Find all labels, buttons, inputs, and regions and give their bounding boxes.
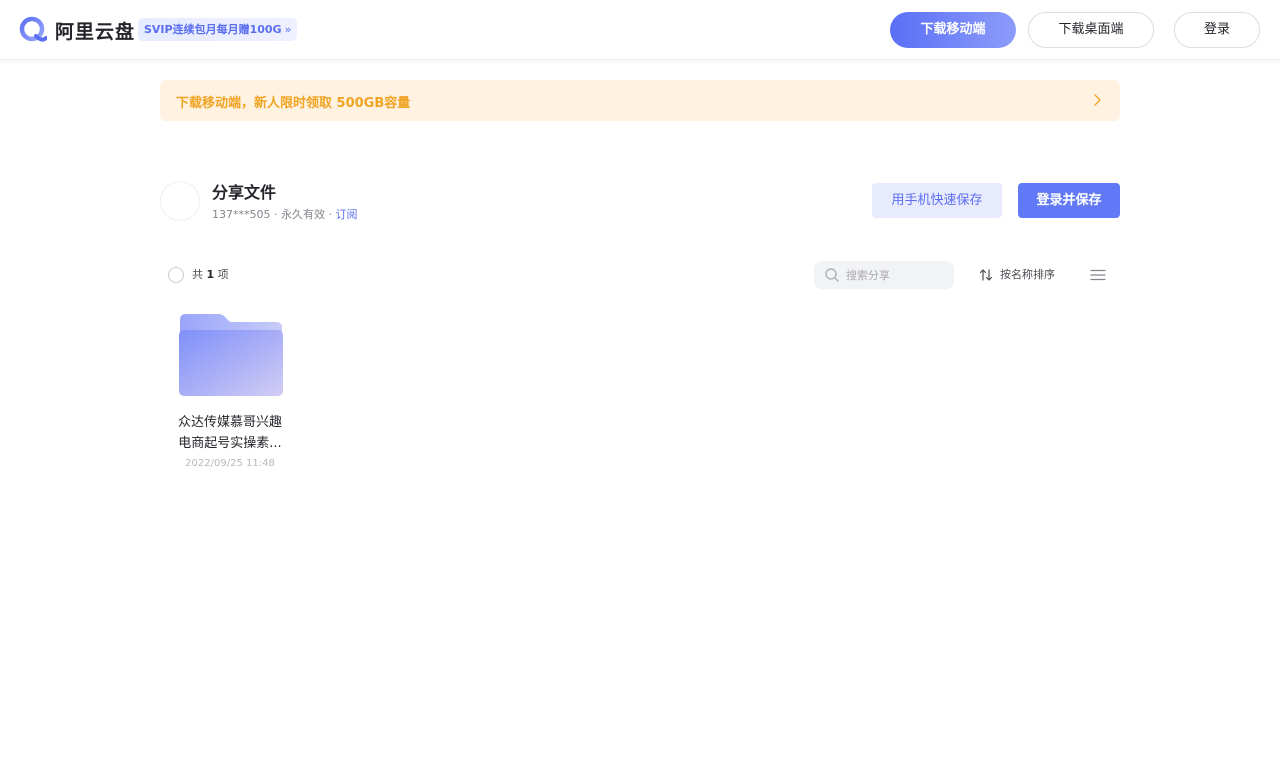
share-meta: 137***505 · 永久有效 · 订阅 — [212, 206, 358, 222]
search-icon — [825, 268, 839, 282]
top-header: 阿里云盘 SVIP连续包月每月赠100G» 下载移动端 下载桌面端 登录 — [0, 0, 1280, 60]
folder-icon — [179, 314, 283, 396]
item-count-suffix: 项 — [217, 268, 229, 281]
list-view-icon[interactable] — [1089, 267, 1107, 283]
sharer-avatar — [160, 181, 200, 221]
login-button[interactable]: 登录 — [1174, 12, 1260, 48]
subscribe-link[interactable]: 订阅 — [336, 208, 358, 221]
aliyun-drive-logo-icon[interactable] — [19, 16, 47, 44]
sharer-id: 137***505 — [212, 208, 271, 221]
meta-separator: · — [274, 208, 278, 221]
promo-banner[interactable]: 下载移动端，新人限时领取 500GB容量 — [160, 80, 1120, 121]
search-share-input[interactable] — [846, 261, 946, 289]
file-date: 2022/09/25 11:48 — [185, 458, 275, 469]
select-all-checkbox[interactable] — [168, 267, 184, 283]
item-count-value: 1 — [206, 268, 215, 281]
share-title: 分享文件 — [212, 183, 277, 202]
svip-promo-text: SVIP连续包月每月赠100G — [144, 23, 282, 36]
file-name-line: 众达传媒慕哥兴趣 — [177, 415, 282, 430]
file-item[interactable]: 众达传媒慕哥兴趣 电商起号实操素... 2022/09/25 11:48 — [164, 304, 296, 480]
download-mobile-button[interactable]: 下载移动端 — [890, 12, 1016, 48]
item-count-prefix: 共 — [192, 268, 203, 281]
phone-quick-save-button[interactable]: 用手机快速保存 — [872, 183, 1002, 218]
file-name: 众达传媒慕哥兴趣 电商起号实操素... — [164, 412, 296, 454]
file-name-line: 电商起号实操素... — [178, 436, 282, 451]
logo-text[interactable]: 阿里云盘 — [55, 17, 135, 44]
sort-label: 按名称排序 — [1000, 268, 1055, 281]
item-count: 共 1 项 — [192, 266, 229, 282]
sort-icon — [979, 269, 993, 281]
double-chevron-right-icon: » — [284, 23, 292, 36]
promo-banner-text: 下载移动端，新人限时领取 500GB容量 — [176, 96, 411, 111]
share-validity: 永久有效 — [281, 208, 325, 221]
search-share-box[interactable] — [814, 261, 954, 289]
chevron-right-icon — [1094, 94, 1101, 106]
download-desktop-button[interactable]: 下载桌面端 — [1028, 12, 1154, 48]
meta-separator: · — [328, 208, 333, 221]
svip-promo-badge[interactable]: SVIP连续包月每月赠100G» — [138, 18, 298, 41]
login-and-save-button[interactable]: 登录并保存 — [1018, 183, 1120, 218]
